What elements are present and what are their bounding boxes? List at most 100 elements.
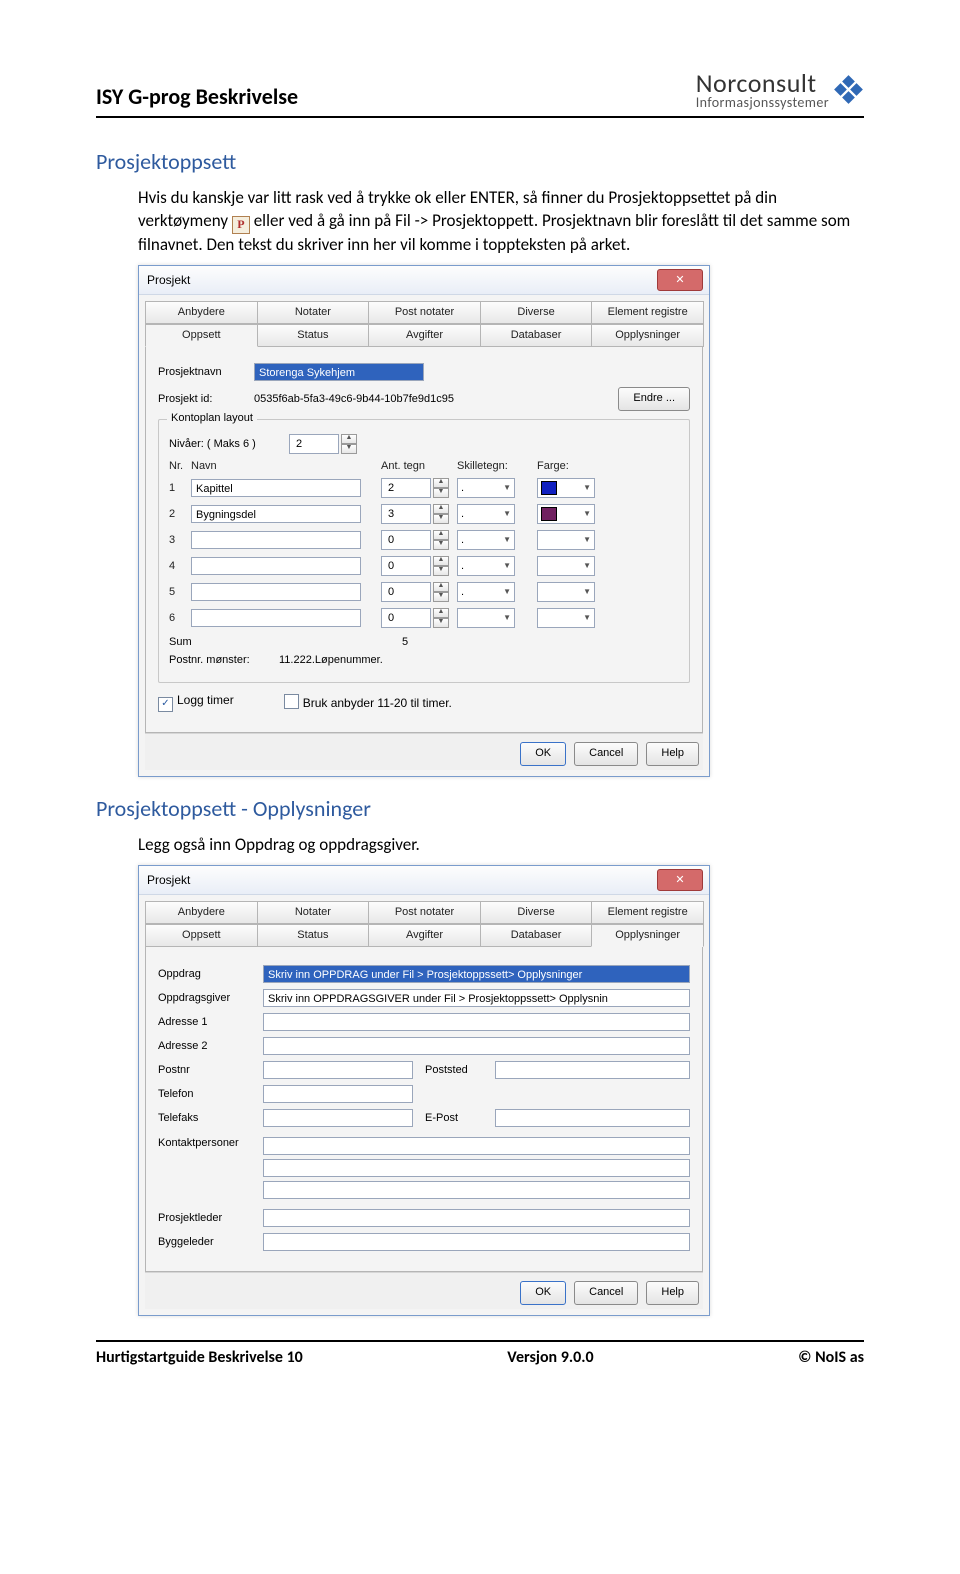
col-ant: Ant. tegn <box>381 460 457 472</box>
close-button[interactable]: ✕ <box>657 269 703 291</box>
dropdown-skilletegn[interactable]: .▼ <box>457 556 515 576</box>
tab-opplysninger[interactable]: Opplysninger <box>591 324 704 347</box>
tab-notater-2[interactable]: Notater <box>257 901 370 924</box>
tab-notater[interactable]: Notater <box>257 301 370 324</box>
brand-mark <box>834 75 864 105</box>
spinner-nivaer[interactable]: 2 ▲▼ <box>289 434 357 454</box>
tab-post-notater-2[interactable]: Post notater <box>368 901 481 924</box>
color-picker[interactable]: ▼ <box>537 556 595 576</box>
tab-status-2[interactable]: Status <box>257 924 370 947</box>
dropdown-skilletegn[interactable]: .▼ <box>457 582 515 602</box>
chevron-up-icon[interactable]: ▲ <box>433 582 449 592</box>
input-navn[interactable]: Bygningsdel <box>191 505 361 523</box>
close-button-2[interactable]: ✕ <box>657 869 703 891</box>
input-navn[interactable] <box>191 531 361 549</box>
tab-databaser-2[interactable]: Databaser <box>480 924 593 947</box>
spinner-ant[interactable]: 0▲▼ <box>381 556 457 576</box>
input-oppdrag[interactable]: Skriv inn OPPDRAG under Fil > Prosjektop… <box>263 965 690 983</box>
spinner-ant[interactable]: 3▲▼ <box>381 504 457 524</box>
chevron-down-icon: ▼ <box>583 613 591 622</box>
input-kontakt-2[interactable] <box>263 1159 690 1177</box>
tab-element-registre-2[interactable]: Element registre <box>591 901 704 924</box>
chevron-down-icon[interactable]: ▼ <box>433 540 449 550</box>
tab-avgifter[interactable]: Avgifter <box>368 324 481 347</box>
tab-opplysninger-2[interactable]: Opplysninger <box>591 924 704 947</box>
chevron-down-icon[interactable]: ▼ <box>433 592 449 602</box>
section1-para: Hvis du kanskje var litt rask ved å tryk… <box>138 187 864 257</box>
input-prosjektnavn[interactable]: Storenga Sykehjem <box>254 363 424 381</box>
cancel-button[interactable]: Cancel <box>574 742 638 766</box>
chevron-up-icon[interactable]: ▲ <box>433 556 449 566</box>
brand-bottom: Informasjonssystemer <box>696 96 829 110</box>
color-picker[interactable]: ▼ <box>537 504 595 524</box>
tab-oppsett[interactable]: Oppsett <box>145 324 258 347</box>
spinner-ant[interactable]: 0▲▼ <box>381 582 457 602</box>
ok-button-2[interactable]: OK <box>520 1281 566 1305</box>
input-kontakt-3[interactable] <box>263 1181 690 1199</box>
input-epost[interactable] <box>495 1109 690 1127</box>
lbl-telefon: Telefon <box>158 1088 263 1100</box>
tab-anbydere-2[interactable]: Anbydere <box>145 901 258 924</box>
chevron-down-icon: ▼ <box>503 613 511 622</box>
input-adresse2[interactable] <box>263 1037 690 1055</box>
input-poststed[interactable] <box>495 1061 690 1079</box>
row-nr: 4 <box>169 560 191 572</box>
postnr-value: 11.222.Løpenummer. <box>279 654 383 666</box>
color-picker[interactable]: ▼ <box>537 582 595 602</box>
tab-diverse-2[interactable]: Diverse <box>480 901 593 924</box>
color-picker[interactable]: ▼ <box>537 608 595 628</box>
chevron-down-icon[interactable]: ▼ <box>433 488 449 498</box>
tab-post-notater[interactable]: Post notater <box>368 301 481 324</box>
tab-oppsett-2[interactable]: Oppsett <box>145 924 258 947</box>
input-byggeleder[interactable] <box>263 1233 690 1251</box>
dropdown-skilletegn[interactable]: .▼ <box>457 478 515 498</box>
spinner-ant[interactable]: 2▲▼ <box>381 478 457 498</box>
input-telefon[interactable] <box>263 1085 413 1103</box>
chevron-down-icon[interactable]: ▼ <box>433 618 449 628</box>
spinner-ant[interactable]: 0▲▼ <box>381 530 457 550</box>
cancel-button-2[interactable]: Cancel <box>574 1281 638 1305</box>
section-heading-1: Prosjektoppsett <box>96 148 864 175</box>
prosjekt-dialog-2: Prosjekt ✕ Anbydere Notater Post notater… <box>138 865 710 1316</box>
dropdown-skilletegn[interactable]: .▼ <box>457 530 515 550</box>
label-prosjektid: Prosjekt id: <box>158 393 254 405</box>
color-picker[interactable]: ▼ <box>537 530 595 550</box>
input-navn[interactable]: Kapittel <box>191 479 361 497</box>
chevron-up-icon[interactable]: ▲ <box>433 530 449 540</box>
help-button-2[interactable]: Help <box>646 1281 699 1305</box>
label-prosjektnavn: Prosjektnavn <box>158 366 254 378</box>
input-prosjektleder[interactable] <box>263 1209 690 1227</box>
input-navn[interactable] <box>191 609 361 627</box>
checkbox-logg-timer[interactable]: ✓Logg timer <box>158 693 234 712</box>
ok-button[interactable]: OK <box>520 742 566 766</box>
tab-status[interactable]: Status <box>257 324 370 347</box>
chevron-down-icon[interactable]: ▼ <box>433 566 449 576</box>
input-kontakt-1[interactable] <box>263 1137 690 1155</box>
input-navn[interactable] <box>191 583 361 601</box>
chevron-down-icon[interactable]: ▼ <box>341 444 357 454</box>
chevron-up-icon[interactable]: ▲ <box>341 434 357 444</box>
chevron-down-icon[interactable]: ▼ <box>433 514 449 524</box>
chevron-up-icon[interactable]: ▲ <box>433 504 449 514</box>
chevron-up-icon[interactable]: ▲ <box>433 478 449 488</box>
help-button[interactable]: Help <box>646 742 699 766</box>
tab-element-registre[interactable]: Element registre <box>591 301 704 324</box>
kontoplan-legend: Kontoplan layout <box>167 412 257 424</box>
dropdown-skilletegn[interactable]: .▼ <box>457 504 515 524</box>
input-adresse1[interactable] <box>263 1013 690 1031</box>
tab-anbydere[interactable]: Anbydere <box>145 301 258 324</box>
input-postnr[interactable] <box>263 1061 413 1079</box>
input-oppdragsgiver[interactable]: Skriv inn OPPDRAGSGIVER under Fil > Pros… <box>263 989 690 1007</box>
chevron-up-icon[interactable]: ▲ <box>433 608 449 618</box>
input-telefaks[interactable] <box>263 1109 413 1127</box>
spinner-ant[interactable]: 0▲▼ <box>381 608 457 628</box>
dropdown-skilletegn[interactable]: ▼ <box>457 608 515 628</box>
input-navn[interactable] <box>191 557 361 575</box>
tab-avgifter-2[interactable]: Avgifter <box>368 924 481 947</box>
color-picker[interactable]: ▼ <box>537 478 595 498</box>
checkbox-anbyder[interactable]: Bruk anbyder 11-20 til timer. <box>284 694 452 710</box>
kontoplan-row: 50▲▼.▼▼ <box>169 582 679 602</box>
tab-diverse[interactable]: Diverse <box>480 301 593 324</box>
tab-databaser[interactable]: Databaser <box>480 324 593 347</box>
endre-button[interactable]: Endre ... <box>618 387 690 411</box>
